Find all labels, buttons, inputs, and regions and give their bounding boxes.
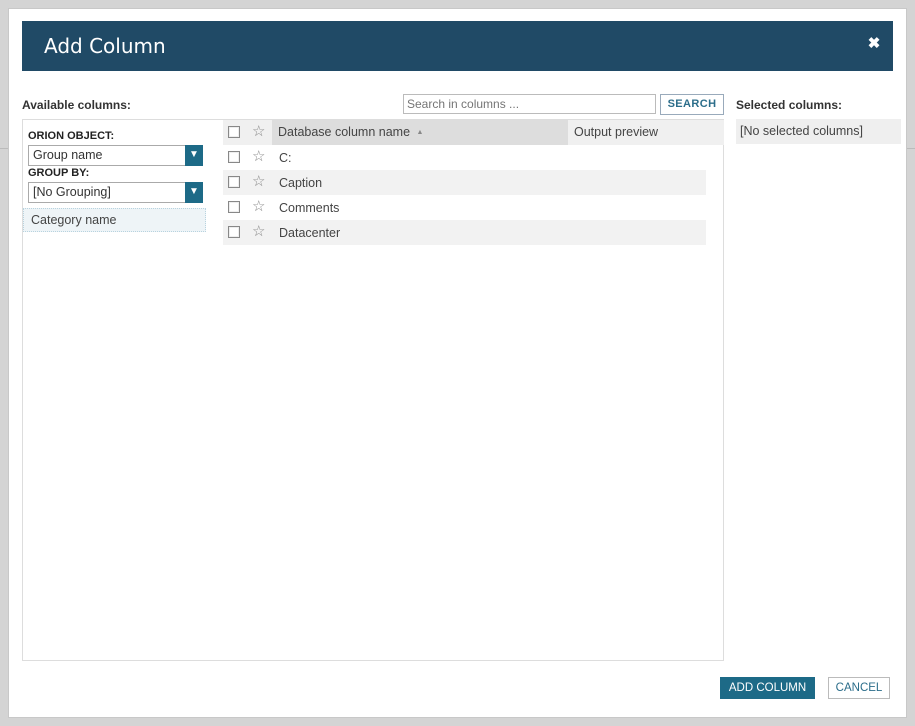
search-input[interactable] — [403, 94, 656, 114]
add-column-dialog: Add Column ✖ Available columns: SEARCH S… — [8, 8, 907, 718]
category-item[interactable]: Category name — [23, 208, 206, 232]
row-name: Datacenter — [279, 226, 341, 240]
table-row[interactable]: ☆ Caption — [223, 170, 706, 195]
chevron-down-icon[interactable]: ▼ — [185, 182, 203, 203]
column-header-preview: Output preview — [574, 125, 659, 139]
chevron-down-icon[interactable]: ▼ — [185, 145, 203, 166]
available-columns-panel: ORION OBJECT: Group name ▼ GROUP BY: [No… — [22, 119, 724, 661]
row-name: Comments — [279, 201, 340, 215]
checkbox-icon[interactable] — [228, 226, 240, 238]
search-button[interactable]: SEARCH — [660, 94, 724, 115]
column-header-name[interactable]: Database column name ▲ — [272, 120, 568, 145]
star-icon[interactable]: ☆ — [252, 147, 265, 165]
row-name: Caption — [279, 176, 323, 190]
dialog-titlebar: Add Column ✖ — [22, 21, 893, 71]
table-row[interactable]: ☆ C: — [223, 145, 706, 170]
close-icon[interactable]: ✖ — [865, 35, 883, 53]
column-header-name-label: Database column name — [278, 125, 411, 139]
star-icon[interactable]: ☆ — [252, 122, 265, 140]
select-all-checkbox[interactable] — [228, 126, 240, 138]
group-by-label: GROUP BY: — [28, 167, 90, 179]
group-by-select[interactable]: [No Grouping] ▼ — [28, 182, 203, 203]
checkbox-icon[interactable] — [228, 151, 240, 163]
checkbox-icon[interactable] — [228, 176, 240, 188]
selected-columns-list: [No selected columns] — [736, 119, 901, 144]
grid-header: ☆ Database column name ▲ Output preview — [223, 120, 724, 145]
orion-object-select[interactable]: Group name ▼ — [28, 145, 203, 166]
checkbox-icon[interactable] — [228, 201, 240, 213]
star-icon[interactable]: ☆ — [252, 172, 265, 190]
add-column-button[interactable]: ADD COLUMN — [720, 677, 815, 699]
group-by-value: [No Grouping] — [33, 185, 111, 199]
star-icon[interactable]: ☆ — [252, 197, 265, 215]
dialog-title: Add Column — [44, 34, 166, 58]
table-row[interactable]: ☆ Datacenter — [223, 220, 706, 245]
orion-object-value: Group name — [33, 148, 103, 162]
orion-object-label: ORION OBJECT: — [28, 130, 115, 142]
sort-asc-icon: ▲ — [416, 129, 424, 136]
available-columns-label: Available columns: — [22, 98, 131, 112]
selected-columns-label: Selected columns: — [736, 98, 843, 112]
star-icon[interactable]: ☆ — [252, 222, 265, 240]
row-name: C: — [279, 151, 292, 165]
cancel-button[interactable]: CANCEL — [828, 677, 890, 699]
table-row[interactable]: ☆ Comments — [223, 195, 706, 220]
